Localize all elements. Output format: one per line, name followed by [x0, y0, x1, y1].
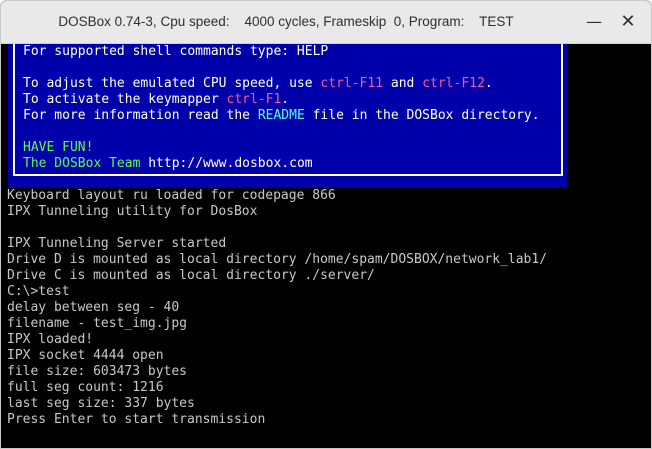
banner-cpu-and: and [383, 76, 423, 91]
terminal-line: last seg size: 337 bytes [7, 396, 195, 411]
dosbox-team-text: The DOSBox Team [23, 156, 149, 171]
banner-line-have-fun: HAVE FUN! [23, 140, 93, 156]
dosbox-window: DOSBox 0.74-3, Cpu speed: 4000 cycles, F… [0, 0, 652, 449]
banner-keymapper-end: . [281, 92, 290, 107]
terminal-line: full seg count: 1216 [7, 380, 164, 395]
have-fun-text: HAVE FUN! [23, 140, 94, 155]
terminal-line: C:\>test [7, 284, 70, 299]
terminal-line: file size: 603473 bytes [7, 364, 188, 379]
readme-label: README [257, 108, 305, 123]
terminal-line: Drive D is mounted as local directory /h… [7, 252, 548, 267]
key-ctrl-f11: ctrl-F11 [320, 76, 384, 91]
minimize-button[interactable]: — [581, 9, 607, 35]
terminal-line: Press Enter to start transmission [7, 412, 266, 427]
welcome-banner: For supported shell commands type: HELP … [8, 44, 567, 188]
banner-help-text: For supported shell commands type: HELP [23, 44, 329, 59]
terminal-line: IPX Tunneling utility for DosBox [7, 204, 258, 219]
banner-readme-end: file in the DOSBox directory. [304, 108, 540, 123]
terminal-line: Drive C is mounted as local directory ./… [7, 268, 375, 283]
title-bar[interactable]: DOSBox 0.74-3, Cpu speed: 4000 cycles, F… [1, 1, 651, 44]
terminal-line: IPX Tunneling Server started [7, 236, 227, 251]
terminal-line: filename - test_img.jpg [7, 316, 188, 331]
banner-cpu-text: To adjust the emulated CPU speed, use [23, 76, 321, 91]
terminal-line: IPX loaded! [7, 332, 94, 347]
key-ctrl-f1: ctrl-F1 [226, 92, 282, 107]
dos-screen[interactable]: For supported shell commands type: HELP … [1, 44, 651, 448]
banner-line-team: The DOSBox Team http://www.dosbox.com [23, 156, 313, 172]
terminal-line: IPX socket 4444 open [7, 348, 164, 363]
banner-line-keymapper: To activate the keymapper ctrl-F1. [23, 92, 289, 108]
banner-line-help: For supported shell commands type: HELP [23, 44, 328, 60]
terminal-output: Keyboard layout ru loaded for codepage 8… [7, 188, 647, 428]
dosbox-url: http://www.dosbox.com [148, 156, 313, 171]
close-button[interactable]: ✕ [615, 9, 641, 35]
terminal-line: delay between seg - 40 [7, 300, 180, 315]
banner-line-cpu-speed: To adjust the emulated CPU speed, use ct… [23, 76, 493, 92]
banner-keymapper-text: To activate the keymapper [23, 92, 227, 107]
banner-cpu-end: . [484, 76, 493, 91]
key-ctrl-f12: ctrl-F12 [422, 76, 485, 91]
terminal-line: Keyboard layout ru loaded for codepage 8… [7, 188, 336, 203]
banner-readme-text: For more information read the [23, 108, 258, 123]
window-title: DOSBox 0.74-3, Cpu speed: 4000 cycles, F… [58, 14, 514, 29]
banner-line-readme: For more information read the README fil… [23, 108, 540, 124]
